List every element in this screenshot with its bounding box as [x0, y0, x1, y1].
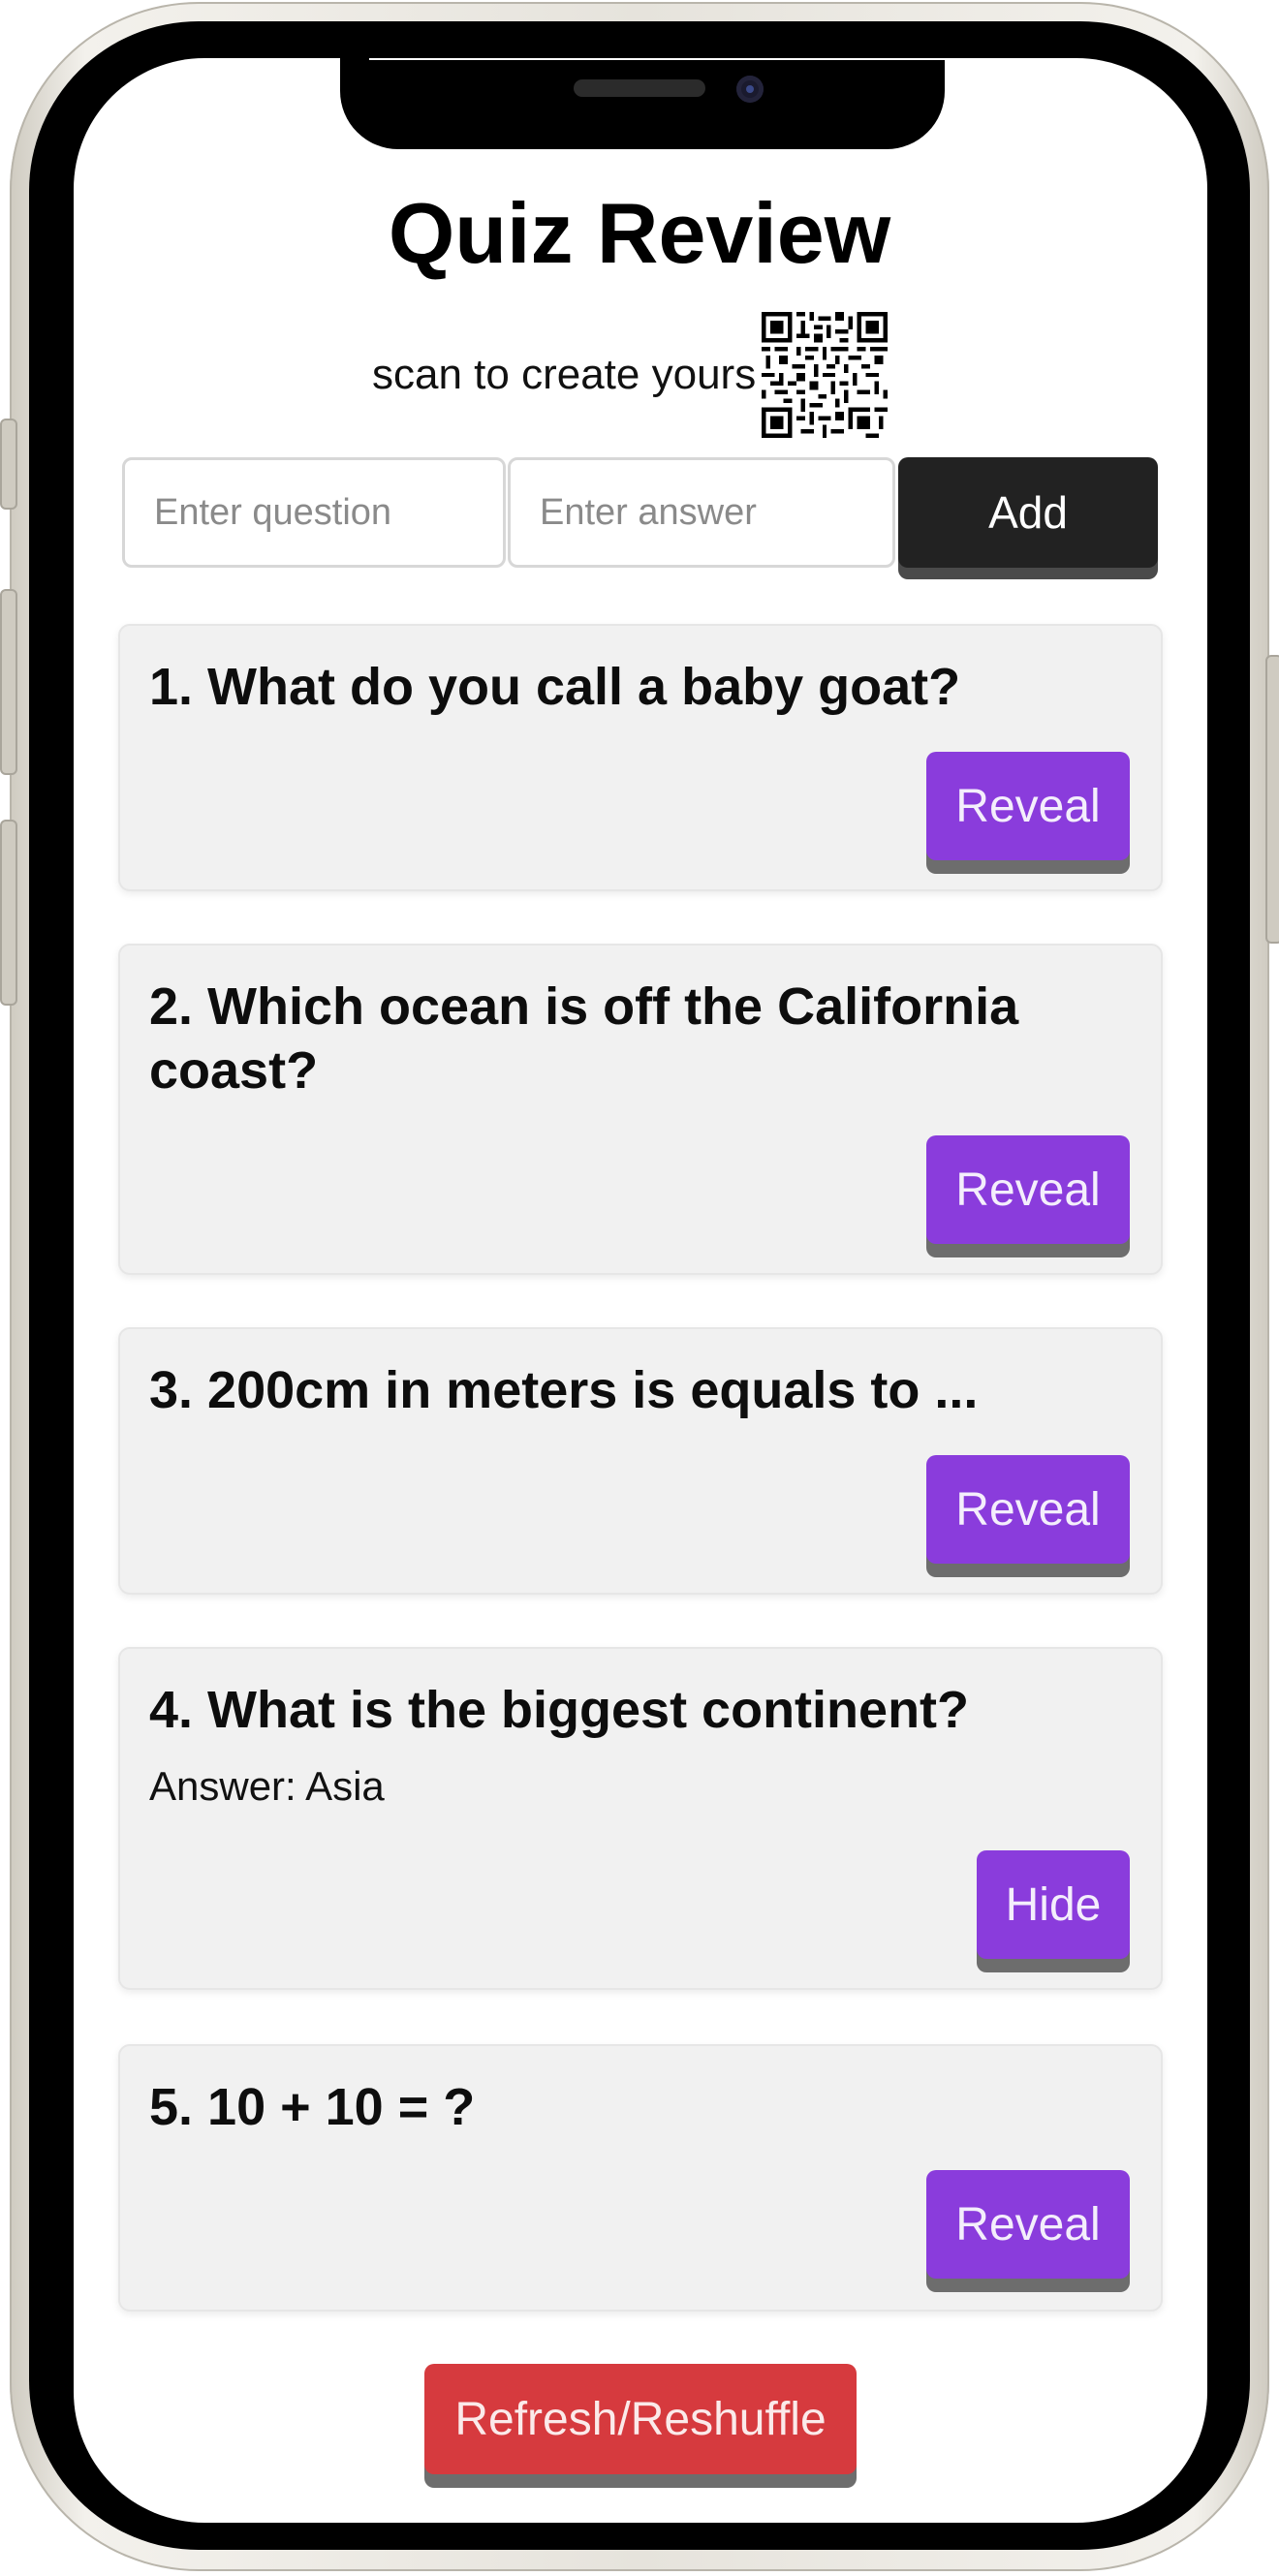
question-card-3: 3. 200cm in meters is equals to ... Reve… [118, 1327, 1163, 1595]
reveal-button[interactable]: Reveal [926, 2170, 1130, 2279]
reveal-button[interactable]: Reveal [926, 752, 1130, 860]
qr-code-icon[interactable] [762, 312, 889, 438]
answer-input[interactable] [508, 457, 895, 568]
question-card-5: 5. 10 + 10 = ? Reveal [118, 2044, 1163, 2312]
ring-switch [0, 419, 17, 510]
question-text: 3. 200cm in meters is equals to ... [149, 1361, 979, 1419]
front-camera-icon [736, 76, 764, 103]
volume-down-button [0, 820, 17, 1006]
question-text: 2. Which ocean is off the California coa… [149, 978, 1019, 1100]
refresh-reshuffle-button[interactable]: Refresh/Reshuffle [424, 2364, 857, 2474]
question-text: 4. What is the biggest continent? [149, 1681, 970, 1739]
question-card-1: 1. What do you call a baby goat? Reveal [118, 624, 1163, 891]
answer-text: Answer: Asia [149, 1763, 385, 1809]
page-title: Quiz Review [388, 185, 891, 281]
question-input[interactable] [122, 457, 506, 568]
add-question-form: Add [122, 457, 1159, 572]
notch [340, 56, 945, 149]
reveal-button[interactable]: Reveal [926, 1455, 1130, 1564]
reveal-button[interactable]: Reveal [926, 1135, 1130, 1244]
volume-up-button [0, 589, 17, 775]
question-text: 5. 10 + 10 = ? [149, 2078, 476, 2136]
power-button [1265, 655, 1279, 944]
question-text: 1. What do you call a baby goat? [149, 658, 961, 716]
speaker-grille [574, 79, 705, 97]
hide-button[interactable]: Hide [977, 1850, 1130, 1959]
add-button[interactable]: Add [898, 457, 1158, 568]
question-card-4: 4. What is the biggest continent? Answer… [118, 1647, 1163, 1990]
scan-text: scan to create yours [372, 351, 757, 398]
scan-prompt: scan to create yours [372, 312, 889, 438]
question-card-2: 2. Which ocean is off the California coa… [118, 944, 1163, 1275]
